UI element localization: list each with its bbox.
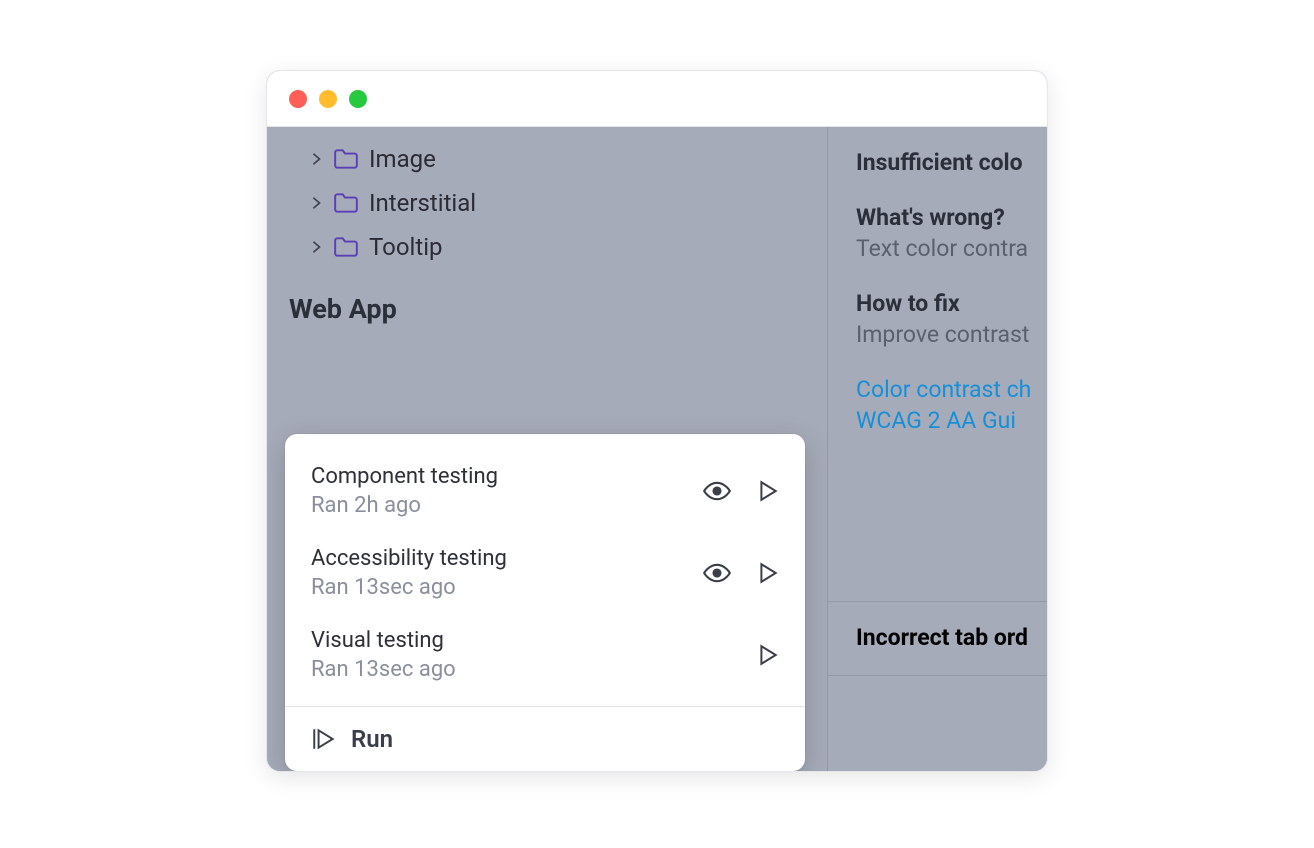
issue-title: Insufficient colo	[856, 149, 1047, 176]
test-row-accessibility[interactable]: Accessibility testing Ran 13sec ago	[311, 536, 779, 618]
tree-item-image[interactable]: Image	[267, 137, 827, 181]
test-popover: Component testing Ran 2h ago	[285, 434, 805, 771]
content: Image Interstitial Tooltip	[267, 127, 1047, 771]
play-icon[interactable]	[757, 480, 779, 502]
test-title: Accessibility testing	[311, 546, 507, 571]
folder-icon	[333, 148, 359, 170]
run-label: Run	[351, 725, 393, 753]
traffic-light-zoom[interactable]	[349, 90, 367, 108]
issue-panel-1: Insufficient colo What's wrong? Text col…	[828, 127, 1047, 434]
titlebar	[267, 71, 1047, 127]
tree-item-label: Tooltip	[369, 233, 443, 261]
how-to-fix-label: How to fix	[856, 290, 1047, 317]
right-pane: Insufficient colo What's wrong? Text col…	[827, 127, 1047, 771]
whats-wrong-body: Text color contra	[856, 235, 1047, 262]
chevron-right-icon	[309, 240, 323, 254]
traffic-light-close[interactable]	[289, 90, 307, 108]
play-icon[interactable]	[757, 644, 779, 666]
tree-item-interstitial[interactable]: Interstitial	[267, 181, 827, 225]
traffic-light-minimize[interactable]	[319, 90, 337, 108]
issue-title: Incorrect tab ord	[856, 624, 1047, 651]
test-meta: Ran 13sec ago	[311, 575, 507, 600]
folder-icon	[333, 192, 359, 214]
test-title: Visual testing	[311, 628, 456, 653]
run-all-icon	[311, 727, 337, 751]
eye-icon[interactable]	[703, 562, 731, 584]
test-title: Component testing	[311, 464, 498, 489]
tree-item-label: Image	[369, 145, 436, 173]
app-window: Image Interstitial Tooltip	[266, 70, 1048, 772]
chevron-right-icon	[309, 196, 323, 210]
test-list: Component testing Ran 2h ago	[285, 434, 805, 706]
left-pane: Image Interstitial Tooltip	[267, 127, 827, 771]
test-meta: Ran 2h ago	[311, 493, 498, 518]
folder-icon	[333, 236, 359, 258]
run-all-button[interactable]: Run	[285, 707, 805, 771]
test-meta: Ran 13sec ago	[311, 657, 456, 682]
tree-item-tooltip[interactable]: Tooltip	[267, 225, 827, 269]
test-row-component[interactable]: Component testing Ran 2h ago	[311, 454, 779, 536]
link-color-contrast[interactable]: Color contrast ch	[856, 376, 1047, 403]
eye-icon[interactable]	[703, 480, 731, 502]
how-to-fix-body: Improve contrast	[856, 321, 1047, 348]
issue-panel-2: Incorrect tab ord	[828, 601, 1047, 651]
play-icon[interactable]	[757, 562, 779, 584]
link-wcag[interactable]: WCAG 2 AA Gui	[856, 407, 1047, 434]
section-heading-web-app: Web App	[267, 269, 827, 335]
whats-wrong-label: What's wrong?	[856, 204, 1047, 231]
test-row-visual[interactable]: Visual testing Ran 13sec ago	[311, 618, 779, 692]
chevron-right-icon	[309, 152, 323, 166]
tree-item-label: Interstitial	[369, 189, 476, 217]
issue-panel-3	[828, 675, 1047, 771]
